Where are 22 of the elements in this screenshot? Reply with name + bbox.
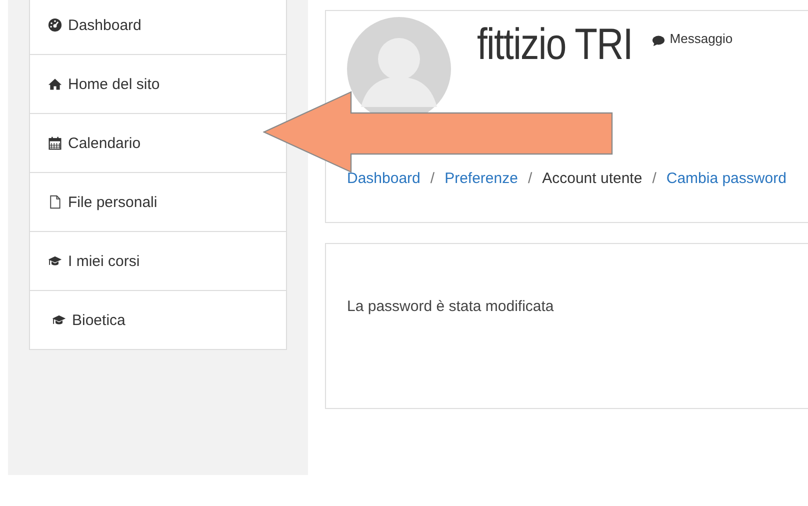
calendar-icon [48, 136, 62, 150]
breadcrumb-current: Account utente [542, 170, 642, 187]
breadcrumb-separator: / [430, 170, 435, 187]
breadcrumb-link[interactable]: Dashboard [347, 170, 420, 187]
breadcrumb-separator: / [652, 170, 656, 187]
speech-bubble-icon [652, 35, 665, 47]
breadcrumb-link[interactable]: Preferenze [444, 170, 518, 187]
home-icon [48, 77, 62, 91]
sidebar-item[interactable]: Bioetica [30, 290, 286, 349]
notice-text: La password è stata modificata [347, 298, 555, 315]
file-icon [48, 195, 62, 209]
breadcrumb-link[interactable]: Cambia password [666, 170, 786, 187]
user-name: fittizio TRI [477, 19, 632, 71]
graduation-cap-icon [48, 254, 62, 268]
breadcrumb-separator: / [528, 170, 532, 187]
sidebar-item[interactable]: File personali [30, 172, 286, 231]
gauge-icon [48, 18, 62, 32]
graduation-cap-icon [52, 313, 66, 327]
sidebar-item[interactable]: I miei corsi [30, 231, 286, 290]
sidebar-item[interactable]: Home del sito [30, 54, 286, 113]
sidebar-item[interactable]: Dashboard [30, 0, 286, 54]
message-link[interactable]: Messaggio [652, 29, 733, 47]
